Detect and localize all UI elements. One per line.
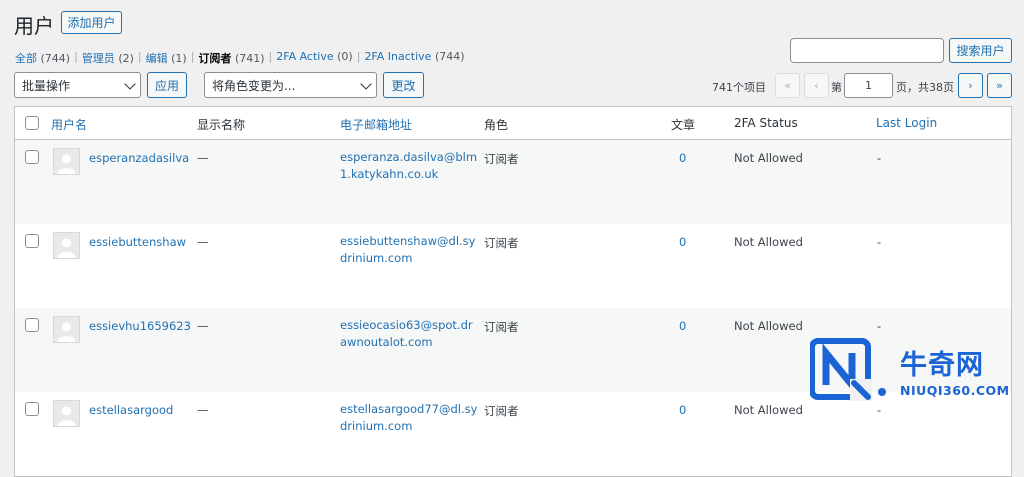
display-name: — — [197, 151, 209, 165]
display-name: — — [197, 235, 209, 249]
table-header: 用户名 显示名称 电子邮箱地址 角色 文章 2FA Status Last Lo… — [15, 107, 1011, 140]
display-name: — — [197, 319, 209, 333]
chevron-down-icon — [124, 78, 136, 90]
search-users-button[interactable]: 搜索用户 — [949, 38, 1012, 63]
page-total: 页，共38页 — [896, 81, 954, 94]
divider: | — [268, 50, 273, 63]
apply-button[interactable]: 应用 — [147, 72, 187, 98]
username-link[interactable]: esperanzadasilva — [89, 151, 189, 165]
row-checkbox[interactable] — [25, 318, 39, 332]
2fa-status: Not Allowed — [734, 403, 803, 417]
table-row: esperanzadasilva — esperanza.dasilva@blm… — [15, 140, 1011, 224]
role: 订阅者 — [484, 320, 519, 334]
avatar — [53, 316, 80, 343]
avatar — [53, 232, 80, 259]
posts-count: 0 — [679, 235, 687, 249]
last-login: - — [877, 235, 882, 249]
change-role-button[interactable]: 更改 — [383, 72, 424, 98]
person-icon — [54, 317, 79, 342]
change-role-value: 将角色变更为... — [212, 78, 296, 93]
column-username[interactable]: 用户名 — [51, 116, 87, 133]
watermark-url: NIUQI360.COM — [900, 383, 1010, 398]
chevron-down-icon — [360, 78, 372, 90]
role: 订阅者 — [484, 152, 519, 166]
select-all-checkbox[interactable] — [25, 116, 39, 130]
role: 订阅者 — [484, 404, 519, 418]
row-checkbox[interactable] — [25, 150, 39, 164]
filter-subscriber[interactable]: 订阅者 (741) — [198, 50, 264, 66]
posts-count: 0 — [679, 151, 687, 165]
divider: | — [190, 50, 195, 63]
username-link[interactable]: estellasargood — [89, 403, 173, 417]
email-link[interactable]: essieocasio63@spot.drawnoutalot.com — [340, 317, 478, 351]
display-name: — — [197, 403, 209, 417]
column-email[interactable]: 电子邮箱地址 — [340, 116, 412, 133]
add-user-button[interactable]: 添加用户 — [61, 11, 122, 34]
column-last-login[interactable]: Last Login — [876, 116, 937, 130]
email-link[interactable]: essiebuttenshaw@dl.sydrinium.com — [340, 233, 478, 267]
table-row: essiebuttenshaw — essiebuttenshaw@dl.syd… — [15, 224, 1011, 308]
search-input[interactable] — [790, 38, 944, 63]
2fa-status: Not Allowed — [734, 151, 803, 165]
column-2fa-status: 2FA Status — [734, 116, 798, 130]
person-icon — [54, 149, 79, 174]
filter-2fa-active[interactable]: 2FA Active (0) — [276, 50, 352, 66]
2fa-status: Not Allowed — [734, 235, 803, 249]
username-link[interactable]: essiebuttenshaw — [89, 235, 186, 249]
person-icon — [54, 233, 79, 258]
last-login: - — [877, 319, 882, 333]
page-title: 用户 — [14, 14, 54, 38]
2fa-status: Not Allowed — [734, 319, 803, 333]
watermark-brand: 牛奇网 — [900, 350, 984, 381]
last-login: - — [877, 151, 882, 165]
column-posts: 文章 — [671, 118, 696, 132]
items-count: 741个项目 — [712, 81, 766, 94]
page-prefix: 第 — [831, 81, 842, 94]
last-page-button[interactable]: » — [987, 73, 1012, 98]
divider: | — [137, 50, 142, 63]
email-link[interactable]: esperanza.dasilva@blm1.katykahn.co.uk — [340, 149, 478, 183]
change-role-select[interactable]: 将角色变更为... — [204, 72, 377, 98]
posts-count: 0 — [679, 319, 687, 333]
watermark-logo: 牛奇网 NIUQI360.COM — [809, 337, 1015, 407]
filter-2fa-inactive[interactable]: 2FA Inactive (744) — [364, 50, 464, 66]
current-page-input[interactable]: 1 — [844, 73, 893, 98]
filter-administrator[interactable]: 管理员 (2) — [82, 50, 134, 66]
row-checkbox[interactable] — [25, 402, 39, 416]
prev-page-button[interactable]: ‹ — [804, 73, 829, 98]
divider: | — [74, 50, 78, 63]
bulk-action-value: 批量操作 — [22, 78, 71, 93]
avatar — [53, 148, 80, 175]
role: 订阅者 — [484, 236, 519, 250]
avatar — [53, 400, 80, 427]
row-checkbox[interactable] — [25, 234, 39, 248]
next-page-button[interactable]: › — [958, 73, 983, 98]
first-page-button[interactable]: « — [775, 73, 800, 98]
posts-count: 0 — [679, 403, 687, 417]
email-link[interactable]: estellasargood77@dl.sydrinium.com — [340, 401, 478, 435]
users-table: 用户名 显示名称 电子邮箱地址 角色 文章 2FA Status Last Lo… — [14, 106, 1012, 477]
username-link[interactable]: essievhu1659623 — [89, 319, 191, 333]
column-role: 角色 — [484, 118, 509, 132]
filter-all[interactable]: 全部 (744) — [15, 50, 70, 66]
person-icon — [54, 401, 79, 426]
column-display-name: 显示名称 — [197, 118, 246, 132]
divider: | — [356, 50, 361, 63]
bulk-action-select[interactable]: 批量操作 — [14, 72, 141, 98]
role-filter-links: 全部 (744) | 管理员 (2) | 编辑 (1) | 订阅者 (741) … — [15, 50, 465, 66]
filter-editor[interactable]: 编辑 (1) — [146, 50, 187, 66]
